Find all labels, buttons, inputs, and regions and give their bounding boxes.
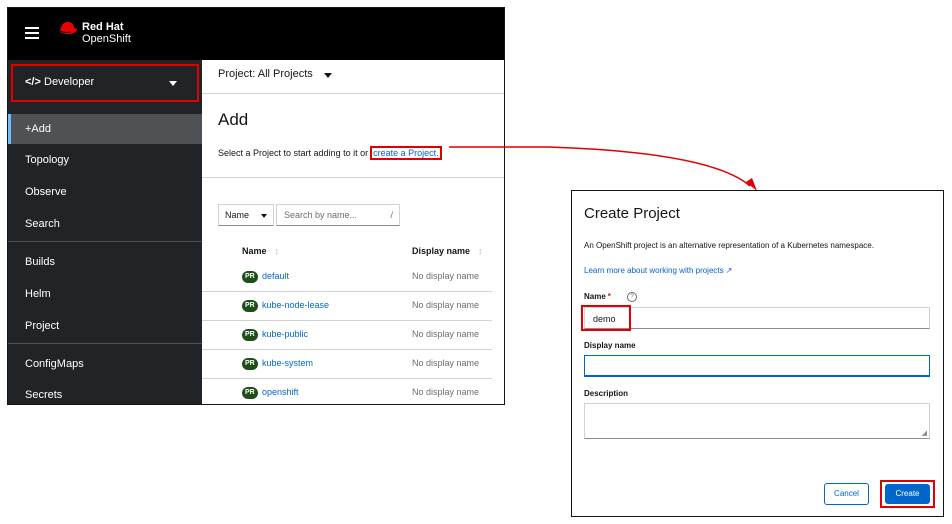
column-header-display-name[interactable]: Display name ↕ bbox=[412, 246, 483, 256]
sidebar-item-search[interactable]: Search bbox=[8, 209, 202, 239]
name-label: Name bbox=[584, 292, 606, 301]
description-field[interactable]: ◢ bbox=[584, 403, 930, 439]
display-name-field[interactable] bbox=[584, 355, 930, 377]
description-text: Select a Project to start adding to it o… bbox=[218, 148, 369, 158]
page-description: Select a Project to start adding to it o… bbox=[218, 146, 442, 160]
redhat-logo-icon bbox=[58, 22, 77, 34]
modal-description: An OpenShift project is an alternative r… bbox=[584, 241, 874, 250]
project-name-link[interactable]: kube-node-lease bbox=[262, 300, 329, 310]
display-name-label: Display name bbox=[584, 341, 636, 350]
project-badge: PR bbox=[242, 387, 258, 399]
name-value-highlight bbox=[581, 305, 631, 331]
create-button[interactable]: Create bbox=[885, 484, 930, 504]
product-name: OpenShift bbox=[82, 33, 131, 45]
nav-divider bbox=[8, 241, 202, 242]
project-display-name: No display name bbox=[412, 300, 480, 310]
create-project-modal: Create Project An OpenShift project is a… bbox=[571, 190, 944, 517]
project-name-link[interactable]: openshift bbox=[262, 387, 299, 397]
page-title: Add bbox=[218, 110, 249, 129]
sidebar: </> Developer +Add Topology Observe Sear… bbox=[8, 60, 202, 404]
search-placeholder: Search by name... bbox=[284, 210, 358, 220]
caret-down-icon[interactable] bbox=[324, 73, 332, 78]
nav-divider bbox=[8, 343, 202, 344]
masthead: Red Hat OpenShift bbox=[8, 8, 504, 60]
cancel-button[interactable]: Cancel bbox=[824, 483, 869, 505]
sidebar-item-project[interactable]: Project bbox=[8, 311, 202, 341]
required-indicator: * bbox=[607, 292, 611, 301]
resize-handle-icon[interactable]: ◢ bbox=[922, 429, 927, 437]
project-display-name: No display name bbox=[412, 271, 480, 281]
table-row: PR kube-node-lease No display name bbox=[202, 292, 492, 321]
help-icon[interactable]: ? bbox=[627, 292, 637, 302]
project-display-name: No display name bbox=[412, 358, 480, 368]
name-field-label: Name * bbox=[584, 292, 611, 301]
sort-icon[interactable]: ↕ bbox=[478, 246, 483, 256]
create-button-highlight: Create bbox=[880, 480, 935, 508]
description-label: Description bbox=[584, 389, 629, 398]
sort-icon[interactable]: ↕ bbox=[275, 246, 280, 256]
sidebar-item-observe[interactable]: Observe bbox=[8, 177, 202, 207]
project-badge: PR bbox=[242, 358, 258, 370]
create-project-link[interactable]: create a Project. bbox=[370, 146, 442, 160]
caret-down-icon bbox=[261, 214, 267, 218]
column-header-name[interactable]: Name ↕ bbox=[242, 246, 279, 256]
project-name-link[interactable]: kube-public bbox=[262, 329, 308, 339]
project-name-link[interactable]: default bbox=[262, 271, 289, 281]
caret-down-icon bbox=[169, 81, 177, 86]
search-shortcut-hint: / bbox=[390, 210, 393, 220]
table-row: PR default No display name bbox=[202, 263, 492, 292]
learn-more-link[interactable]: Learn more about working with projects ↗ bbox=[584, 266, 732, 275]
search-input[interactable]: Search by name... / bbox=[276, 204, 400, 226]
external-link-icon: ↗ bbox=[725, 266, 733, 275]
project-name-link[interactable]: kube-system bbox=[262, 358, 313, 368]
column-header-label: Display name bbox=[412, 246, 471, 256]
project-badge: PR bbox=[242, 271, 258, 283]
name-field[interactable]: demo bbox=[584, 307, 930, 329]
table-row: PR openshift No display name bbox=[202, 379, 492, 404]
perspective-label: Developer bbox=[44, 76, 95, 88]
table-row: PR kube-public No display name bbox=[202, 321, 492, 350]
sidebar-item-builds[interactable]: Builds bbox=[8, 247, 202, 277]
sidebar-item-configmaps[interactable]: ConfigMaps bbox=[8, 349, 202, 379]
learn-more-label: Learn more about working with projects bbox=[584, 266, 724, 275]
filter-type-label: Name bbox=[225, 210, 250, 220]
sidebar-item-add[interactable]: +Add bbox=[8, 114, 202, 144]
project-bar: Project: All Projects bbox=[202, 60, 504, 94]
filter-type-select[interactable]: Name bbox=[218, 204, 274, 226]
column-header-label: Name bbox=[242, 246, 267, 256]
project-display-name: No display name bbox=[412, 329, 480, 339]
sidebar-item-helm[interactable]: Helm bbox=[8, 279, 202, 309]
project-badge: PR bbox=[242, 300, 258, 312]
divider bbox=[202, 177, 504, 178]
modal-title: Create Project bbox=[584, 205, 680, 222]
hamburger-menu-icon[interactable] bbox=[25, 27, 39, 39]
sidebar-item-secrets[interactable]: Secrets bbox=[8, 380, 202, 404]
project-display-name: No display name bbox=[412, 387, 480, 397]
sidebar-item-topology[interactable]: Topology bbox=[8, 145, 202, 175]
table-row: PR kube-system No display name bbox=[202, 350, 492, 379]
openshift-console: Red Hat OpenShift </> Developer +Add Top… bbox=[7, 7, 505, 405]
perspective-switcher[interactable]: </> Developer bbox=[11, 64, 199, 102]
brand-logo-text[interactable]: Red Hat OpenShift bbox=[82, 21, 131, 45]
project-badge: PR bbox=[242, 329, 258, 341]
code-icon: </> bbox=[25, 76, 41, 88]
project-selector[interactable]: Project: All Projects bbox=[218, 68, 313, 80]
add-page: Project: All Projects Add Select a Proje… bbox=[202, 60, 504, 404]
brand-name: Red Hat bbox=[82, 21, 124, 33]
